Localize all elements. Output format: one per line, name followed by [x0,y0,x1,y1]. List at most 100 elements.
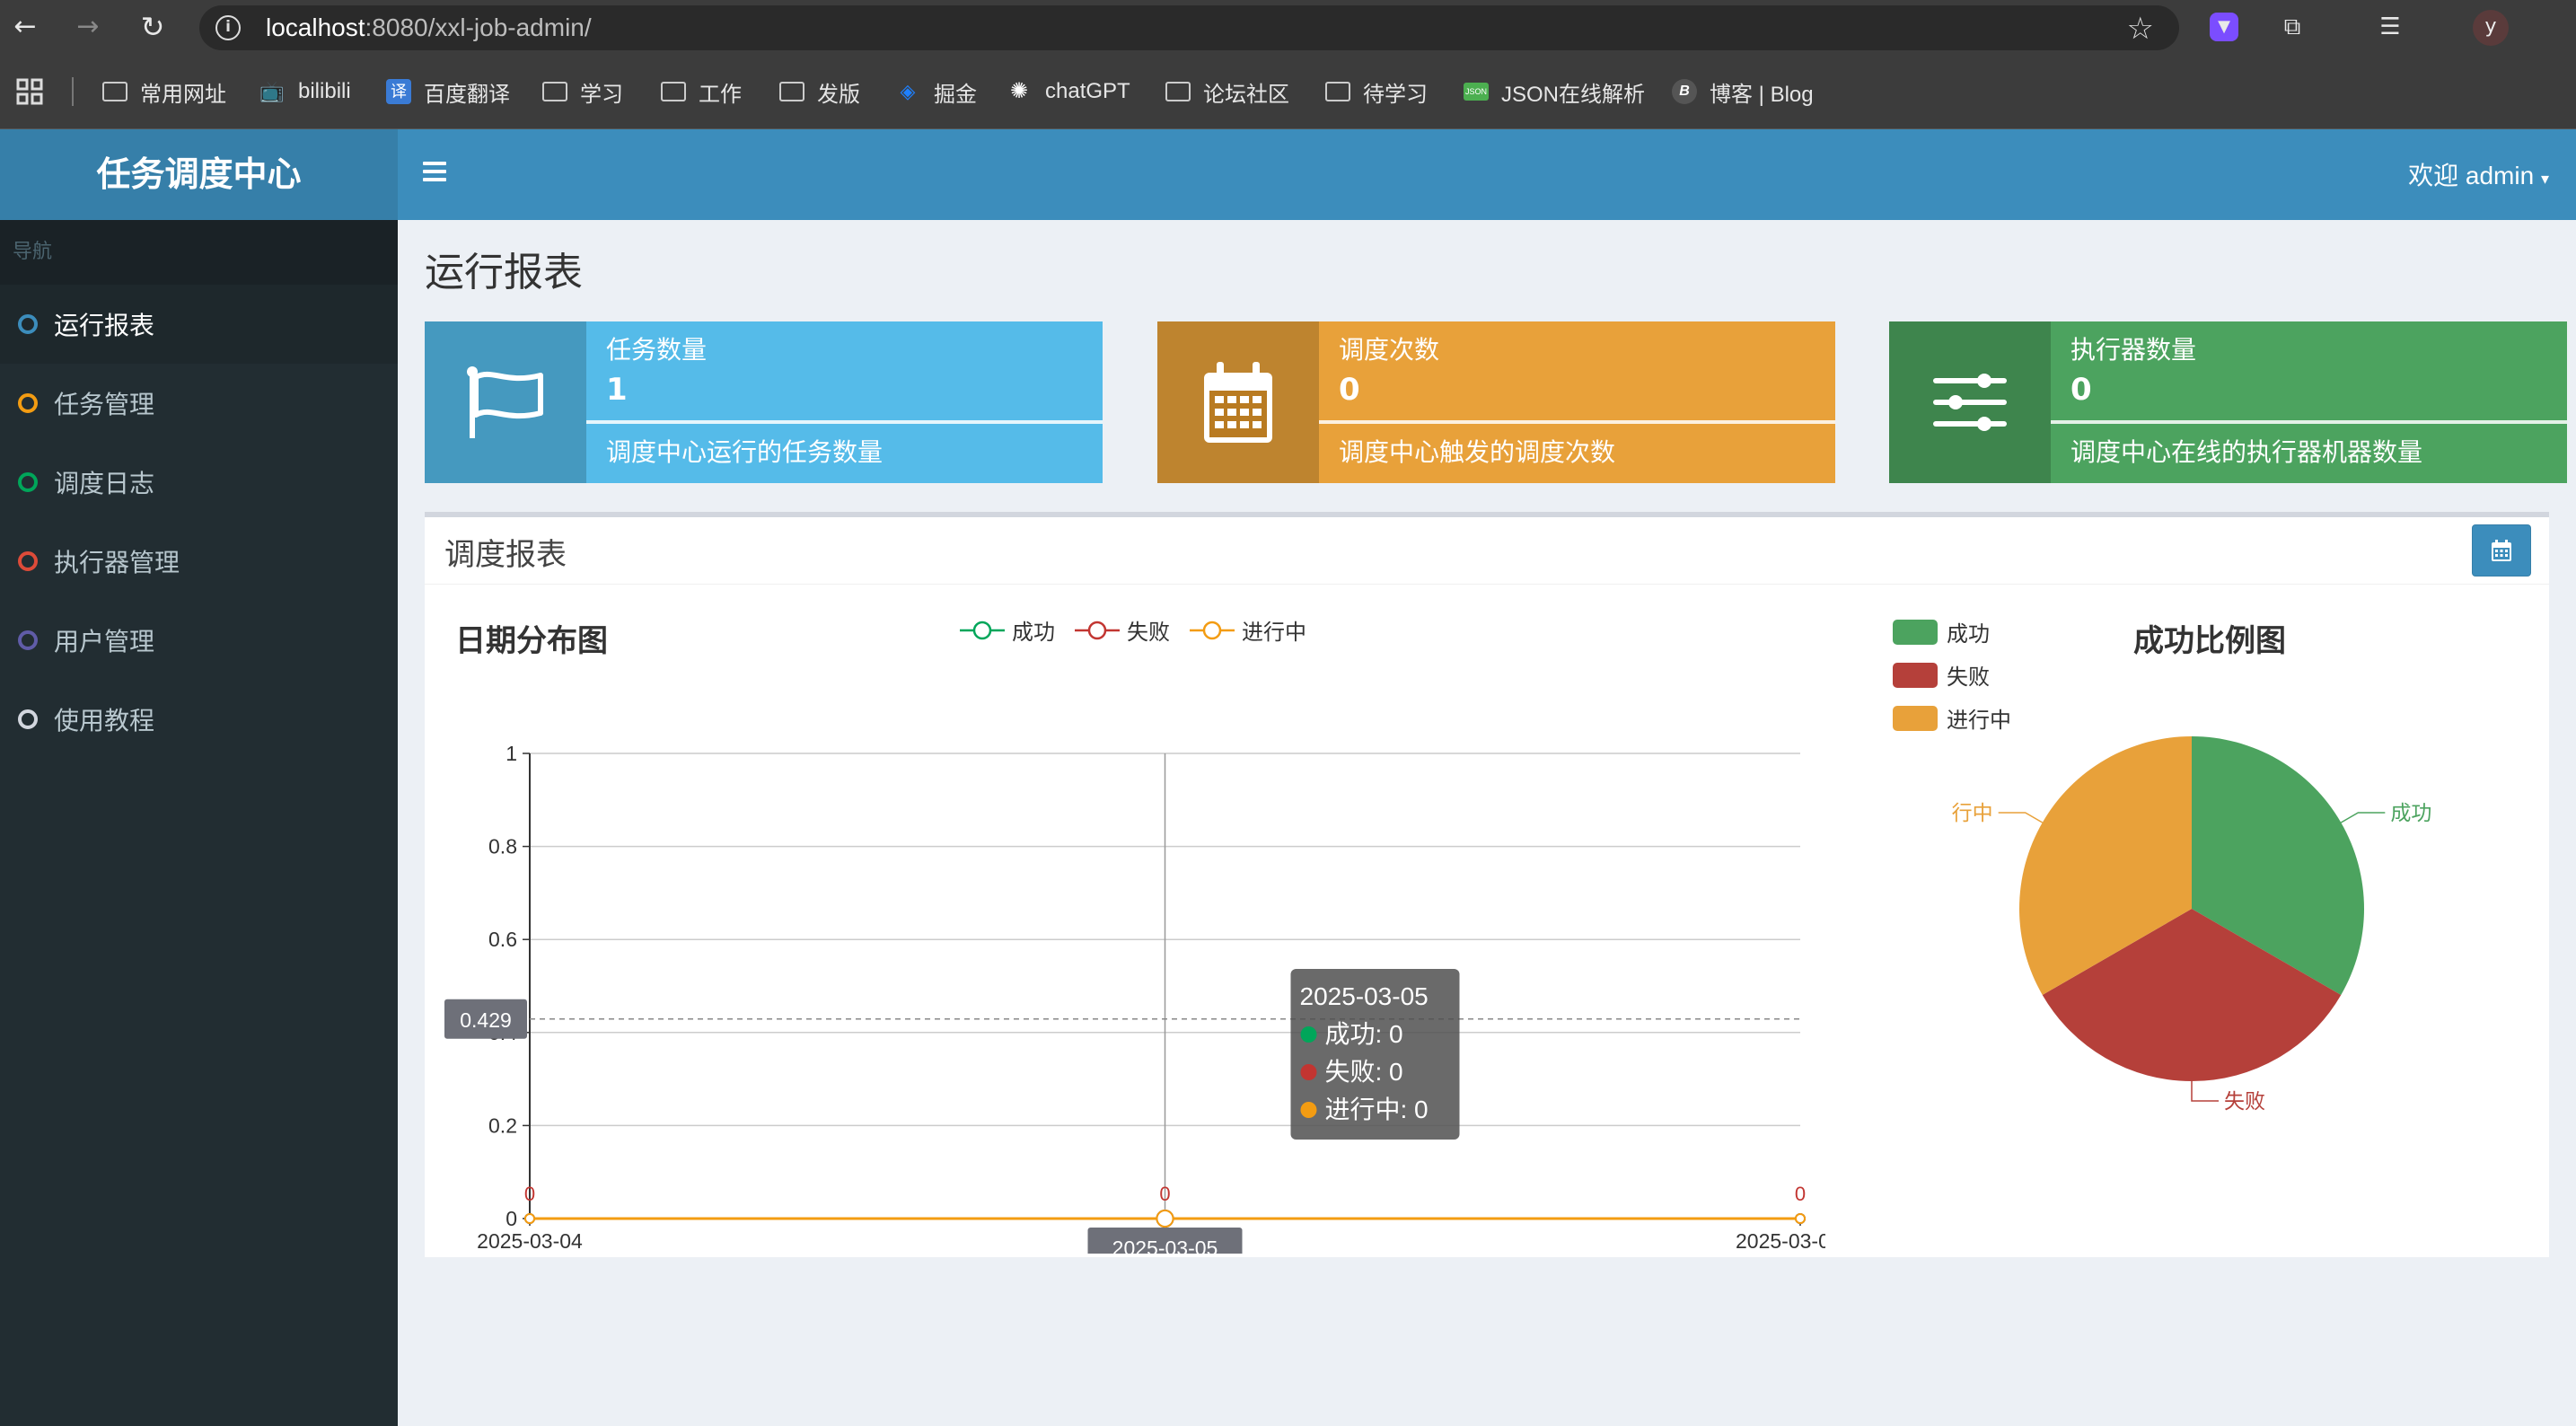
date-range-button[interactable] [2472,524,2531,577]
bookmark-item-8[interactable]: 论坛社区 [1165,75,1289,108]
sidebar-item-users[interactable]: 用户管理 [0,601,398,680]
bookmark-label: JSON在线解析 [1501,82,1646,107]
back-arrow-icon[interactable]: ← [7,9,43,45]
bookmark-item-9[interactable]: 待学习 [1325,75,1428,108]
bookmark-label: 掘金 [934,82,977,107]
sidebar: 导航 运行报表 任务管理 调度日志 执行器管理 用户管理 使用教程 [0,220,398,1426]
bookmark-item-11[interactable]: B 博客 | Blog [1672,75,1814,108]
legend-item-fail[interactable]: 失败 [1075,614,1170,646]
bookmark-divider [72,77,74,106]
app-header: 欢迎 admin ▾ [398,129,2576,220]
pie-chart[interactable]: 成功失败 进行中 [1951,733,2508,1200]
sidebar-item-tutorial[interactable]: 使用教程 [0,680,398,759]
pie-legend-item-running[interactable]: 进行中 [1893,702,2011,734]
main-content: 运行报表 任务数量 1 调度中心运行的任务数量 调度次数 0 调度中心触发的调度… [398,220,2576,1426]
legend-item-success[interactable]: 成功 [960,614,1055,646]
user-menu[interactable]: 欢迎 admin ▾ [2408,156,2549,192]
tooltip-date: 2025-03-05 [1300,982,1429,1010]
puzzle-extensions-icon[interactable]: ⧉ [2274,9,2310,45]
extension-icon[interactable]: ▼ [2210,13,2238,41]
folder-icon [1165,82,1191,101]
profile-avatar[interactable]: y [2473,10,2509,46]
url-text[interactable]: localhost:8080/xxl-job-admin/ [266,13,592,42]
bookmark-item-5[interactable]: 发版 [779,75,860,108]
y-tick-label: 1 [506,742,517,765]
progress-bar [1319,420,1835,424]
address-bar[interactable]: i localhost:8080/xxl-job-admin/ ☆ [199,5,2179,50]
bookmark-item-1[interactable]: 📺 bilibili [259,75,351,108]
y-tick-label: 0.2 [488,1114,517,1137]
translate-icon: 译 [386,79,411,104]
pie-legend-item-fail[interactable]: 失败 [1893,659,1990,691]
bilibili-icon: 📺 [259,80,285,102]
legend-label: 失败 [1947,665,1990,690]
bookmark-label: 百度翻译 [424,82,510,107]
report-title: 调度报表 [444,537,567,573]
sidebar-item-label: 运行报表 [54,311,155,340]
pie-label: 成功 [2390,801,2431,824]
bookmark-label: 发版 [817,82,860,107]
url-path: :8080/xxl-job-admin/ [365,13,592,41]
y-tick-label: 0 [506,1207,517,1230]
bookmark-item-3[interactable]: 学习 [542,75,623,108]
apps-grid-icon[interactable] [16,75,43,108]
sidebar-item-report[interactable]: 运行报表 [0,285,398,364]
sidebar-item-logs[interactable]: 调度日志 [0,443,398,522]
bookmark-item-2[interactable]: 译百度翻译 [386,75,510,108]
legend-item-running[interactable]: 进行中 [1190,614,1306,646]
panel-divider [425,584,2549,585]
app-logo[interactable]: 任务调度中心 [0,129,398,220]
tooltip-row: 成功: 0 [1325,1020,1403,1048]
crosshair-x-label: 2025-03-05 [1112,1237,1218,1254]
forward-arrow-icon[interactable]: → [70,9,106,45]
caret-down-icon: ▾ [2540,170,2549,188]
bookmark-label: 工作 [699,82,742,107]
sidebar-item-executors[interactable]: 执行器管理 [0,522,398,601]
bookmark-star-icon[interactable]: ☆ [2127,11,2154,47]
tooltip-dot [1300,1102,1317,1118]
circle-icon [18,709,38,729]
folder-icon [661,82,686,101]
data-point [524,1213,535,1224]
info-box-number: 0 [2070,372,2092,408]
sidebar-item-label: 调度日志 [54,469,155,498]
circle-icon [18,630,38,650]
circle-icon [18,472,38,492]
progress-bar [586,420,1103,424]
legend-label: 成功 [1947,621,1990,647]
x-tick-label: 2025-03-0( [1736,1229,1825,1253]
tooltip-dot [1300,1064,1317,1080]
bookmark-label: 常用网址 [140,82,226,107]
pie-label: 失败 [2224,1089,2265,1113]
pie-legend-item-success[interactable]: 成功 [1893,616,1990,647]
sidebar-item-jobs[interactable]: 任务管理 [0,364,398,443]
folder-icon [542,82,567,101]
bookmark-label: bilibili [298,79,351,103]
sidebar-item-label: 用户管理 [54,627,155,656]
bookmark-item-10[interactable]: JSON JSON在线解析 [1464,75,1645,108]
circle-icon [18,551,38,571]
data-point [1795,1213,1806,1224]
site-info-icon[interactable]: i [215,15,241,40]
bookmark-item-6[interactable]: ◈ 掘金 [894,75,977,108]
bookmark-label: 论坛社区 [1203,82,1289,107]
info-box-number: 1 [606,372,628,408]
x-tick-label: 2025-03-04 [477,1229,583,1253]
page-title: 运行报表 [425,250,583,295]
reading-list-icon[interactable]: ☰ [2372,9,2408,45]
sidebar-nav-label: 导航 [0,220,398,285]
legend-label: 成功 [1012,620,1055,645]
reload-icon[interactable]: ↻ [135,9,171,45]
info-box-triggers: 调度次数 0 调度中心触发的调度次数 [1157,321,1835,483]
data-label: 0 [524,1183,535,1205]
bookmark-item-0[interactable]: 常用网址 [102,75,226,108]
bookmark-item-4[interactable]: 工作 [661,75,742,108]
tooltip-dot [1300,1026,1317,1043]
line-chart[interactable]: 00.20.40.60.812025-03-042025-03-0(0000.4… [425,661,1825,1254]
legend-label: 失败 [1127,620,1170,645]
progress-bar [2051,420,2567,424]
legend-label: 进行中 [1947,708,2011,733]
sidebar-toggle-icon[interactable] [423,162,446,183]
bookmark-item-7[interactable]: ✺ chatGPT [1006,75,1130,108]
json-icon: JSON [1464,83,1489,101]
